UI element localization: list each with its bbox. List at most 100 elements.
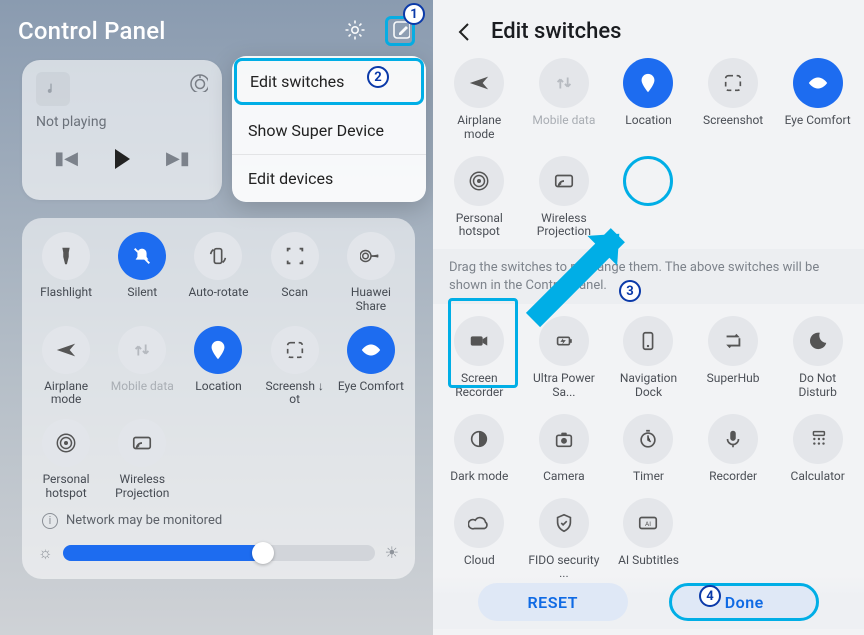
tile-autorotate[interactable]: Auto-rotate <box>180 232 256 314</box>
recorder-icon <box>708 414 758 464</box>
hotspot-icon <box>42 419 90 467</box>
dnd-icon <box>793 316 843 366</box>
tile-eyecomfort[interactable]: Eye Comfort <box>333 326 409 408</box>
calculator-icon <box>793 414 843 464</box>
drag-hint: Drag the switches to rearrange them. The… <box>433 249 864 304</box>
media-card[interactable]: Not playing ▮◀ ▶▮ <box>22 60 222 200</box>
media-prev-button[interactable]: ▮◀ <box>54 148 78 169</box>
tile-screenshot[interactable]: Screensh ↓ ot <box>257 326 333 408</box>
tile-wproj[interactable]: Wireless Projection <box>522 156 607 240</box>
tile-cloud[interactable]: Cloud <box>437 498 522 582</box>
tile-wproj[interactable]: Wireless Projection <box>104 419 180 501</box>
tile-screenshot[interactable]: Screenshot <box>691 58 776 142</box>
tile-calculator[interactable]: Calculator <box>775 414 860 484</box>
tile-label: Cloud <box>464 554 495 568</box>
tile-label: Scan <box>281 286 308 300</box>
hwshare-icon <box>347 232 395 280</box>
highlight-screen-recorder <box>448 298 518 388</box>
tile-mobiledata[interactable]: Mobile data <box>522 58 607 142</box>
wproj-icon <box>118 419 166 467</box>
network-monitored-notice[interactable]: i Network may be monitored <box>42 513 403 529</box>
edit-menu-popover: Edit switches Show Super Device Edit dev… <box>232 56 426 202</box>
tile-label: Wireless Projection <box>107 473 177 501</box>
step-badge-3: 3 <box>619 280 641 302</box>
timer-icon <box>623 414 673 464</box>
quick-tiles-panel: Flashlight Silent Auto-rotate Scan Huawei Sh… <box>22 218 415 579</box>
tile-label: Timer <box>633 470 664 484</box>
tile-label: Personal hotspot <box>441 212 517 240</box>
tile-superhub[interactable]: SuperHub <box>691 316 776 400</box>
page-title: Control Panel <box>18 17 166 45</box>
tile-label: Silent <box>127 286 157 300</box>
cloud-icon <box>454 498 504 548</box>
audio-cast-icon[interactable] <box>188 72 208 92</box>
page-title: Edit switches <box>491 19 621 44</box>
tile-scan[interactable]: Scan <box>257 232 333 314</box>
tile-label: Camera <box>543 470 585 484</box>
ultrapower-icon <box>539 316 589 366</box>
airplane-icon <box>454 58 504 108</box>
tile-airplane[interactable]: Airplane mode <box>28 326 104 408</box>
brightness-high-icon: ☀ <box>385 543 399 562</box>
tile-label: Mobile data <box>532 114 595 128</box>
tile-flashlight[interactable]: Flashlight <box>28 232 104 314</box>
tile-aisub[interactable]: AI Subtitles <box>606 498 691 582</box>
wproj-icon <box>539 156 589 206</box>
tile-navdock[interactable]: Navigation Dock <box>606 316 691 400</box>
tile-hwshare[interactable]: Huawei Share <box>333 232 409 314</box>
tile-label: Airplane mode <box>31 380 101 408</box>
menu-edit-switches[interactable]: Edit switches <box>234 58 424 105</box>
tile-label: AI Subtitles <box>618 554 679 568</box>
step-badge-2: 2 <box>367 66 389 88</box>
tile-label: Screenshot <box>703 114 763 128</box>
done-button[interactable]: Done <box>669 583 819 621</box>
tile-label: Flashlight <box>40 286 92 300</box>
drag-target-slot[interactable] <box>606 156 691 240</box>
tile-label: Ultra Power Sa... <box>526 372 602 400</box>
mobiledata-icon <box>118 326 166 374</box>
tile-label: SuperHub <box>707 372 760 386</box>
media-next-button[interactable]: ▶▮ <box>166 148 190 169</box>
menu-edit-devices[interactable]: Edit devices <box>232 155 426 202</box>
tile-label: Recorder <box>709 470 757 484</box>
tile-label: Location <box>195 380 241 394</box>
tile-location[interactable]: Location <box>606 58 691 142</box>
tile-label: Eye Comfort <box>785 114 851 128</box>
reset-button[interactable]: RESET <box>478 583 628 621</box>
tile-camera[interactable]: Camera <box>522 414 607 484</box>
aisub-icon <box>623 498 673 548</box>
tile-label: Personal hotspot <box>31 473 101 501</box>
tile-eyecomfort[interactable]: Eye Comfort <box>775 58 860 142</box>
step-badge-4: 4 <box>699 585 721 607</box>
back-button[interactable] <box>451 18 477 44</box>
tile-location[interactable]: Location <box>180 326 256 408</box>
tile-label: Auto-rotate <box>189 286 249 300</box>
tile-airplane[interactable]: Airplane mode <box>437 58 522 142</box>
tile-hotspot[interactable]: Personal hotspot <box>28 419 104 501</box>
tile-silent[interactable]: Silent <box>104 232 180 314</box>
mobiledata-icon <box>539 58 589 108</box>
autorotate-icon <box>194 232 242 280</box>
brightness-low-icon: ☼ <box>38 543 53 563</box>
tile-label: Screensh ↓ ot <box>260 380 330 408</box>
tile-darkmode[interactable]: Dark mode <box>437 414 522 484</box>
media-play-button[interactable] <box>115 149 130 169</box>
tile-fido[interactable]: FIDO security ... <box>522 498 607 582</box>
music-note-icon <box>36 72 70 106</box>
tile-label: Do Not Disturb <box>780 372 856 400</box>
tile-timer[interactable]: Timer <box>606 414 691 484</box>
tile-dnd[interactable]: Do Not Disturb <box>775 316 860 400</box>
scan-icon <box>271 232 319 280</box>
info-icon: i <box>42 513 58 529</box>
hotspot-icon <box>454 156 504 206</box>
silent-icon <box>118 232 166 280</box>
tile-hotspot[interactable]: Personal hotspot <box>437 156 522 240</box>
menu-show-super-device[interactable]: Show Super Device <box>232 107 426 155</box>
tile-mobiledata[interactable]: Mobile data <box>104 326 180 408</box>
tile-label: Calculator <box>791 470 845 484</box>
settings-gear-icon[interactable] <box>341 16 371 46</box>
tile-ultrapower[interactable]: Ultra Power Sa... <box>522 316 607 400</box>
tile-recorder[interactable]: Recorder <box>691 414 776 484</box>
brightness-slider[interactable]: ☼ ☀ <box>38 543 399 563</box>
navdock-icon <box>623 316 673 366</box>
